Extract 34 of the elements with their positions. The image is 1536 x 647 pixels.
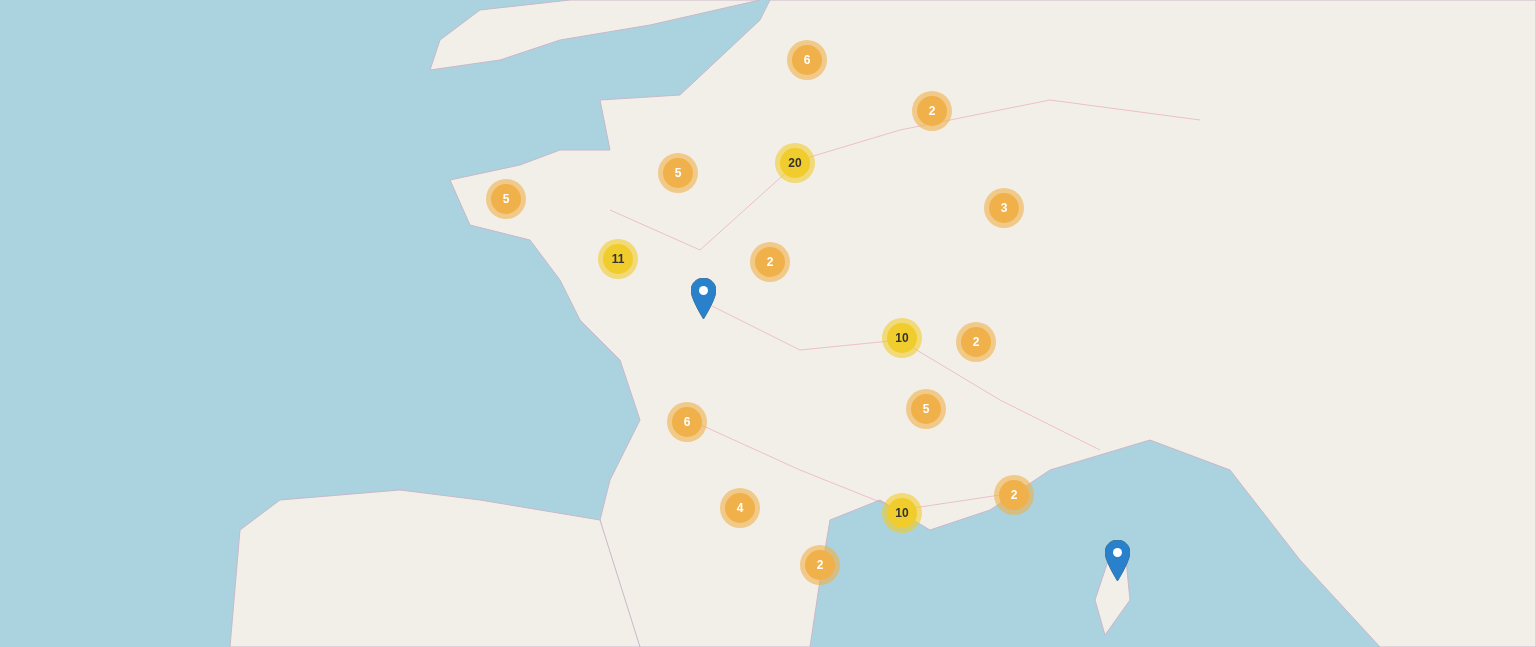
cluster-marker[interactable]: 5 <box>658 153 698 193</box>
cluster-marker[interactable]: 6 <box>667 402 707 442</box>
cluster-count: 20 <box>788 155 802 171</box>
cluster-marker[interactable]: 2 <box>800 545 840 585</box>
cluster-count: 6 <box>683 414 691 430</box>
cluster-count: 3 <box>1000 200 1008 216</box>
cluster-marker[interactable]: 11 <box>598 239 638 279</box>
cluster-marker[interactable]: 3 <box>984 188 1024 228</box>
cluster-count: 5 <box>502 191 510 207</box>
cluster-count: 6 <box>803 52 811 68</box>
cluster-count: 10 <box>895 330 909 346</box>
cluster-marker[interactable]: 2 <box>956 322 996 362</box>
cluster-count: 4 <box>736 500 744 516</box>
cluster-marker[interactable]: 5 <box>906 389 946 429</box>
cluster-marker[interactable]: 5 <box>486 179 526 219</box>
cluster-count: 10 <box>895 505 909 521</box>
cluster-count: 2 <box>928 103 936 119</box>
cluster-marker[interactable]: 10 <box>882 493 922 533</box>
cluster-count: 2 <box>766 254 774 270</box>
cluster-marker[interactable]: 10 <box>882 318 922 358</box>
cluster-count: 2 <box>816 557 824 573</box>
cluster-count: 5 <box>922 401 930 417</box>
cluster-marker[interactable]: 2 <box>912 91 952 131</box>
cluster-marker[interactable]: 2 <box>750 242 790 282</box>
cluster-marker[interactable]: 20 <box>775 143 815 183</box>
cluster-count: 11 <box>611 251 625 267</box>
cluster-count: 5 <box>674 165 682 181</box>
cluster-marker[interactable]: 2 <box>994 475 1034 515</box>
cluster-marker[interactable]: 6 <box>787 40 827 80</box>
cluster-marker[interactable]: 4 <box>720 488 760 528</box>
cluster-count: 2 <box>1010 487 1018 503</box>
cluster-count: 2 <box>972 334 980 350</box>
map-pin-icon[interactable] <box>691 278 716 319</box>
map-pin-icon[interactable] <box>1105 540 1130 581</box>
